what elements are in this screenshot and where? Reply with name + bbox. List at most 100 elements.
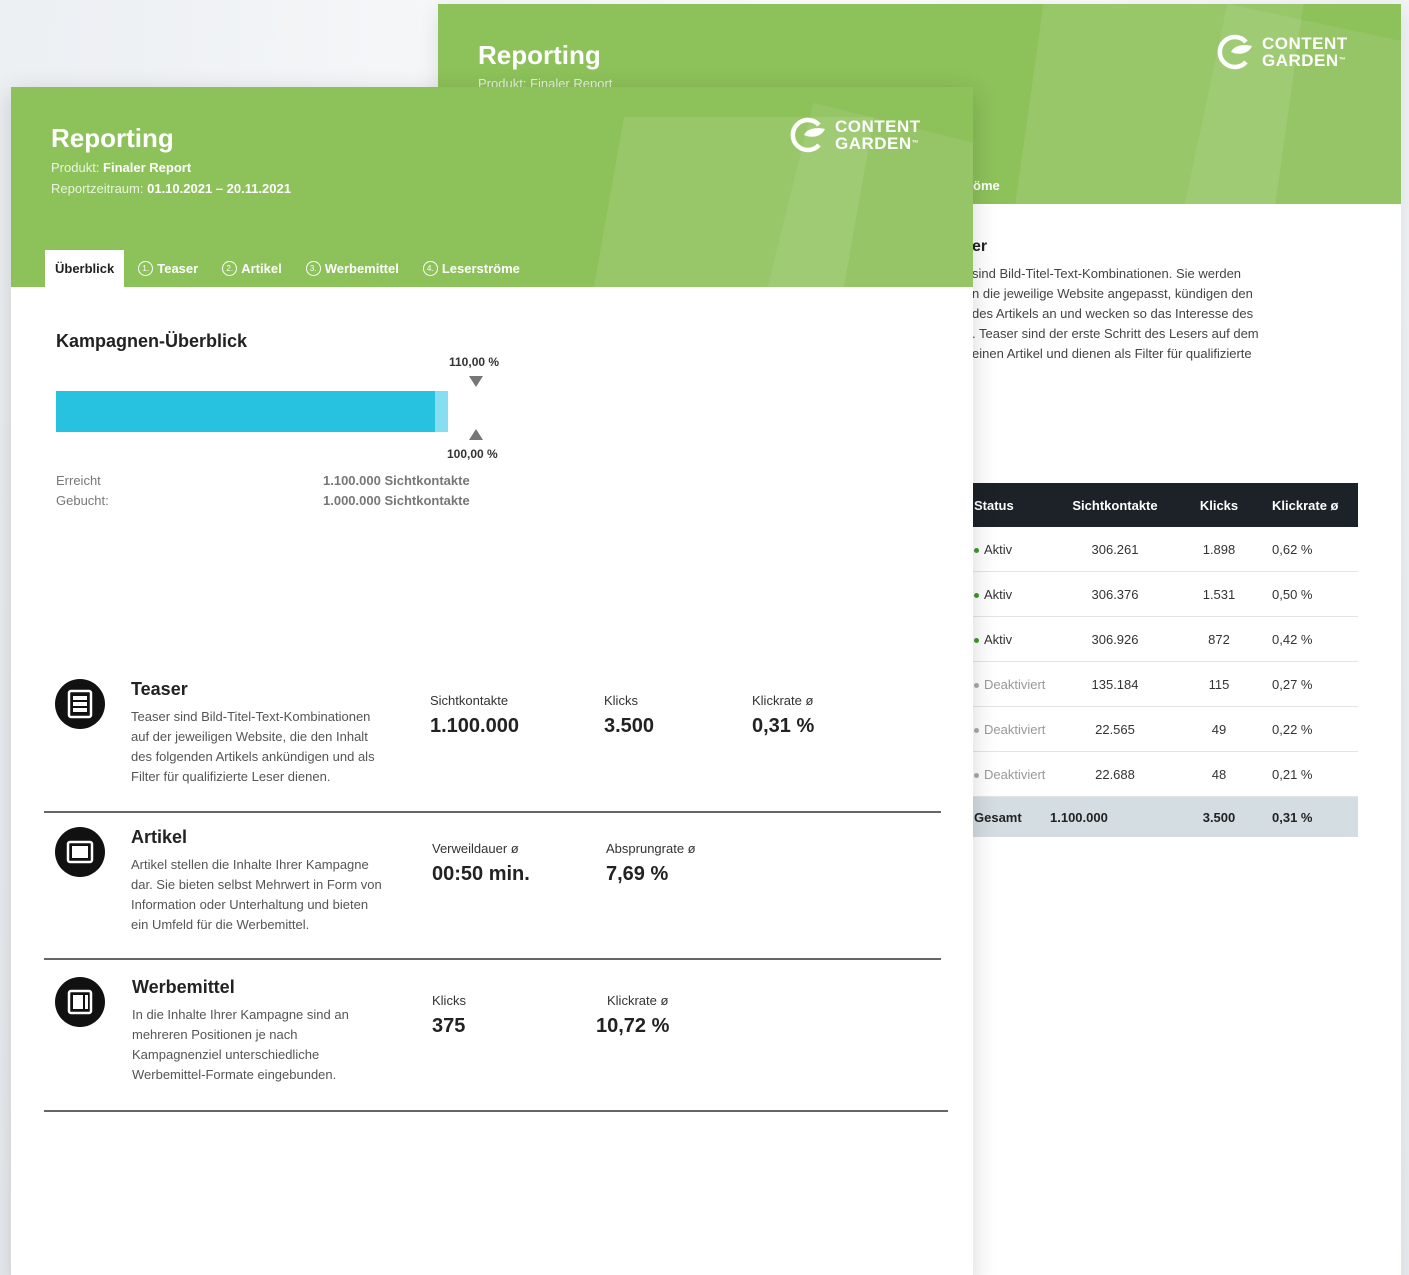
werbemittel-summary: Werbemittel In die Inhalte Ihrer Kampagn… — [44, 977, 941, 1107]
back-section-text: sind Bild-Titel-Text-Kombinationen. Sie … — [972, 266, 1259, 361]
step-number-icon: 4. — [422, 261, 438, 276]
status-badge: Deaktiviert — [984, 766, 1046, 782]
marker-up-icon — [469, 429, 483, 440]
logo-wordmark: CONTENT GARDEN™ — [1262, 34, 1348, 70]
back-section-heading: er — [972, 238, 988, 255]
status-inactive-icon — [974, 772, 979, 778]
cell-klicks: 49 — [1211, 721, 1227, 737]
metric-value: 7,69 % — [606, 863, 669, 885]
metric-label: Klickrate ø — [607, 993, 669, 1008]
cell-sicht: 306.376 — [1091, 586, 1139, 602]
metric-value: 3.500 — [604, 715, 655, 737]
status-badge: Aktiv — [984, 631, 1013, 647]
reached-percent-label: 110,00 % — [449, 355, 500, 369]
section-divider — [44, 1110, 948, 1112]
product-line: Produkt: Finaler Report — [51, 160, 192, 175]
reached-label: Erreicht — [56, 473, 101, 488]
cell-rate: 0,42 % — [1272, 631, 1313, 647]
metric-value: 1.100.000 — [430, 715, 519, 737]
artikel-description: Artikel stellen die Inhalte Ihrer Kampag… — [131, 857, 382, 932]
status-badge: Aktiv — [984, 541, 1013, 557]
artikel-summary: Artikel Artikel stellen die Inhalte Ihre… — [44, 825, 941, 955]
artikel-title: Artikel — [131, 827, 188, 847]
table-row: Aktiv 306.376 1.531 0,50 % — [968, 572, 1358, 617]
marker-down-icon — [469, 376, 483, 387]
section-divider — [44, 811, 941, 813]
cell-rate: 0,21 % — [1272, 766, 1313, 782]
tab-teaser[interactable]: 1. Teaser — [128, 250, 208, 287]
teaser-icon — [55, 679, 105, 729]
cell-rate: 0,62 % — [1272, 541, 1313, 557]
cell-klicks: 1.531 — [1202, 586, 1236, 602]
section-divider — [44, 958, 941, 960]
col-klicks[interactable]: Klicks — [1180, 498, 1258, 513]
page-title: Reporting — [51, 123, 174, 153]
teaser-summary: Teaser Teaser sind Bild-Titel-Text-Kombi… — [44, 677, 941, 807]
total-klicks: 3.500 — [1202, 809, 1236, 825]
article-icon — [55, 827, 105, 877]
status-active-icon — [974, 547, 979, 553]
total-rate: 0,31 % — [1272, 809, 1313, 825]
table-row: Aktiv 306.926 872 0,42 % — [968, 617, 1358, 662]
leaf-logo-icon — [1216, 34, 1254, 70]
overview-title: Kampagnen-Überblick — [56, 331, 248, 351]
status-active-icon — [974, 637, 979, 643]
total-sicht: 1.100.000 — [1050, 809, 1108, 825]
status-badge: Aktiv — [984, 586, 1013, 602]
cell-sicht: 22.565 — [1095, 721, 1135, 737]
metric-value: 10,72 % — [596, 1015, 670, 1037]
ad-icon — [55, 977, 105, 1027]
status-active-icon — [974, 592, 979, 598]
booked-label: Gebucht: — [56, 493, 109, 508]
metric-label: Sichtkontakte — [430, 693, 509, 708]
metric-label: Klicks — [432, 993, 466, 1008]
booked-value: 1.000.000 Sichtkontakte — [323, 493, 470, 508]
cell-klicks: 1.898 — [1202, 541, 1236, 557]
cell-rate: 0,22 % — [1272, 721, 1313, 737]
werbemittel-description: In die Inhalte Ihrer Kampagne sind an me… — [132, 1007, 349, 1082]
leaf-logo-icon — [789, 117, 827, 153]
progress-booked-fill — [56, 391, 436, 432]
logo-wordmark: CONTENT GARDEN™ — [835, 117, 921, 153]
metric-label: Verweildauer ø — [432, 841, 519, 856]
tab-leserstroeme[interactable]: 4. Leserströme — [413, 250, 530, 287]
table-header: Status Sichtkontakte Klicks Klickrate ø — [968, 483, 1358, 527]
reached-value: 1.100.000 Sichtkontakte — [323, 473, 470, 488]
content-garden-logo: CONTENT GARDEN™ — [789, 117, 921, 153]
cell-rate: 0,50 % — [1272, 586, 1313, 602]
report-tabs: Überblick 1. Teaser 2. Artikel 3. Werbemitt… — [45, 250, 534, 287]
progress-overdelivery-fill — [435, 391, 449, 432]
status-inactive-icon — [974, 682, 979, 688]
booked-percent-label: 100,00 % — [447, 447, 498, 461]
tab-ueberblick[interactable]: Überblick — [45, 250, 125, 287]
cell-klicks: 48 — [1211, 766, 1227, 782]
cell-sicht: 306.926 — [1091, 631, 1139, 647]
tab-werbemittel[interactable]: 3. Werbemittel — [296, 250, 409, 287]
metric-value: 00:50 min. — [432, 863, 530, 885]
cell-klicks: 115 — [1208, 676, 1230, 692]
back-page-title: Reporting — [478, 40, 601, 70]
col-klickrate[interactable]: Klickrate ø — [1258, 498, 1358, 513]
teaser-title: Teaser — [131, 679, 188, 699]
metric-label: Klickrate ø — [752, 693, 814, 708]
content-garden-logo: CONTENT GARDEN™ — [1216, 34, 1348, 70]
table-row: Deaktiviert 135.184 115 0,27 % — [968, 662, 1358, 707]
teaser-description: Teaser sind Bild-Titel-Text-Kombinatione… — [131, 709, 375, 784]
table-row: Deaktiviert 22.688 48 0,21 % — [968, 752, 1358, 797]
step-number-icon: 3. — [305, 261, 321, 276]
step-number-icon: 2. — [222, 261, 238, 276]
total-label: Gesamt — [974, 809, 1022, 825]
cell-sicht: 306.261 — [1091, 541, 1139, 557]
report-page-front: Reporting Produkt: Finaler Report Report… — [11, 87, 973, 1275]
step-number-icon: 1. — [138, 261, 154, 276]
campaign-progress-bar — [56, 391, 488, 432]
col-sichtkontakte[interactable]: Sichtkontakte — [1050, 498, 1180, 513]
metric-value: 375 — [432, 1015, 466, 1037]
metric-label: Absprungrate ø — [606, 841, 696, 856]
tab-artikel[interactable]: 2. Artikel — [212, 250, 291, 287]
table-total-row: Gesamt 1.100.000 3.500 0,31 % — [968, 797, 1358, 837]
col-status[interactable]: Status — [968, 498, 1050, 513]
table-row: Deaktiviert 22.565 49 0,22 % — [968, 707, 1358, 752]
cell-sicht: 135.184 — [1091, 676, 1139, 692]
werbemittel-title: Werbemittel — [132, 977, 235, 997]
